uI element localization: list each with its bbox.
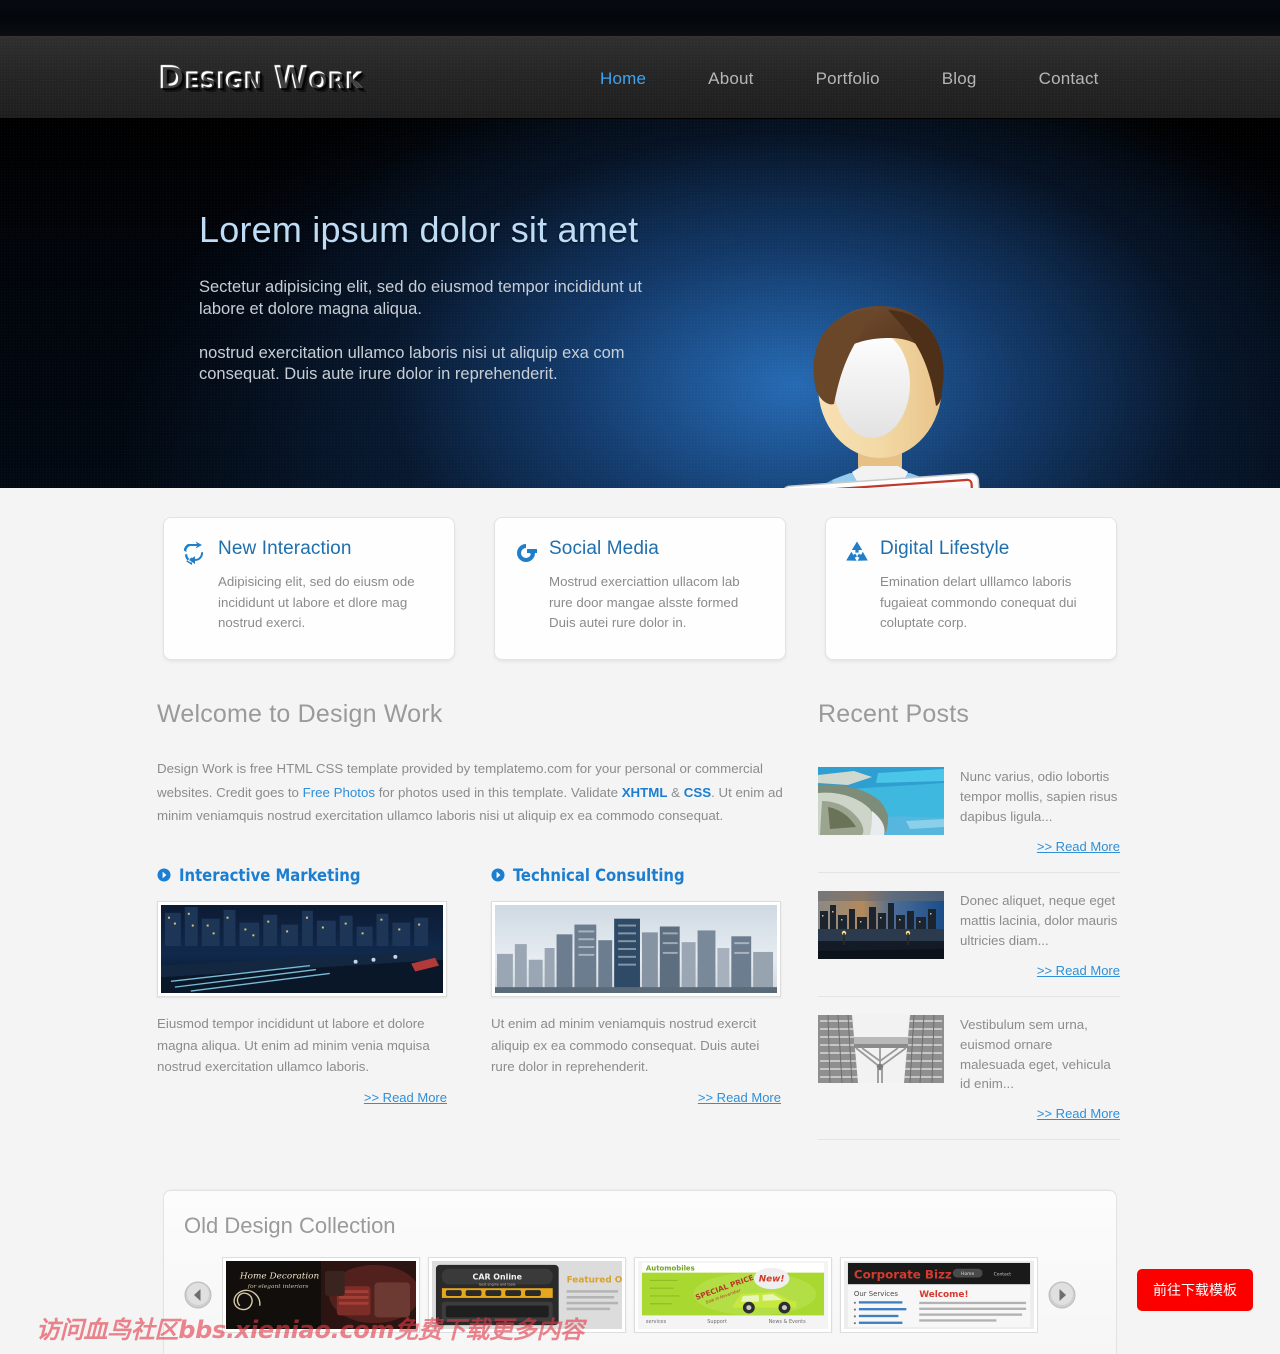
slide-subtitle: best engine and tools: [479, 1282, 516, 1286]
nav-item-about[interactable]: About: [708, 69, 753, 89]
hero-copy: Lorem ipsum dolor sit amet Sectetur adip…: [199, 209, 689, 408]
card-title: Digital Lifestyle: [880, 538, 1010, 559]
nav-item-blog[interactable]: Blog: [942, 69, 977, 89]
post-text: Donec aliquet, neque eget mattis lacinia…: [960, 892, 1118, 948]
site-logo[interactable]: Design Work: [158, 60, 362, 96]
welcome-text-2: for photos used in this template. Valida…: [375, 784, 622, 800]
hero-paragraph-1: Sectetur adipisicing elit, sed do eiusmo…: [199, 278, 642, 318]
hero-banner: Lorem ipsum dolor sit amet Sectetur adip…: [0, 119, 1280, 488]
post-body: Donec aliquet, neque eget mattis lacinia…: [960, 891, 1120, 978]
column-technical-consulting: Technical Consulting Ut enim ad minim ve…: [491, 866, 781, 1105]
recent-posts-list: Nunc varius, odio lobortis tempor mollis…: [818, 757, 1120, 1141]
slide-corporate-bizz: Corporate Bizz Home Contact Our Services: [844, 1261, 1034, 1329]
slide-services-heading: Our Services: [854, 1290, 899, 1298]
column-interactive-marketing: Interactive Marketing Eiusmod tempor inc…: [157, 866, 447, 1105]
card-header: Social Media: [513, 538, 763, 566]
feature-cards: New Interaction Adipisicing elit, sed do…: [163, 517, 1117, 660]
free-photos-link[interactable]: Free Photos: [303, 785, 375, 800]
circle-arrow-icon: [491, 868, 505, 882]
nav-item-contact[interactable]: Contact: [1039, 69, 1099, 89]
column-image-frame: [157, 900, 447, 997]
recycle-icon: [846, 541, 868, 561]
list-item[interactable]: Corporate Bizz Home Contact Our Services: [840, 1257, 1038, 1333]
slide-subtitle: for elegant interiors: [247, 1284, 309, 1290]
slide-title: Automobiles: [646, 1265, 695, 1273]
circle-arrow-icon: [157, 868, 171, 882]
read-more-link[interactable]: >> Read More: [960, 1106, 1120, 1121]
feature-card-social-media[interactable]: Social Media Mostrud exerciattion ullaco…: [494, 517, 786, 660]
slide-title: Home Decoration: [239, 1272, 320, 1282]
nav-item-portfolio[interactable]: Portfolio: [816, 69, 880, 89]
column-title: Interactive Marketing: [179, 865, 361, 885]
read-more-link[interactable]: >> Read More: [157, 1090, 447, 1105]
slide-badge-new: New!: [759, 1274, 785, 1284]
page-root: Design Work Home About Portfolio Blog Co…: [0, 0, 1280, 1354]
sub-columns: Interactive Marketing Eiusmod tempor inc…: [157, 866, 802, 1105]
card-header: Digital Lifestyle: [844, 538, 1094, 566]
post-body: Vestibulum sem urna, euismod ornare male…: [960, 1015, 1120, 1122]
column-text: Ut enim ad minim veniamquis nostrud exer…: [491, 1015, 760, 1075]
column-image-frame: [491, 900, 781, 997]
welcome-section: Welcome to Design Work Design Work is fr…: [157, 700, 802, 1105]
post-body: Nunc varius, odio lobortis tempor mollis…: [960, 767, 1120, 854]
download-template-button[interactable]: 前往下载模板: [1137, 1269, 1253, 1311]
refresh-arrow-icon: [517, 544, 537, 562]
post-text: Vestibulum sem urna, euismod ornare male…: [960, 1016, 1111, 1092]
welcome-paragraph: Design Work is free HTML CSS template pr…: [157, 757, 802, 828]
column-heading: Interactive Marketing: [157, 866, 447, 885]
hero-title: Lorem ipsum dolor sit amet: [199, 209, 639, 250]
read-more-link[interactable]: >> Read More: [491, 1090, 781, 1105]
slide-nav-2: News & Events: [769, 1319, 806, 1325]
site-header: Design Work Home About Portfolio Blog Co…: [0, 36, 1280, 119]
card-header: New Interaction: [182, 538, 432, 566]
slide-nav-1: Support: [707, 1319, 727, 1325]
top-strip: [0, 0, 1280, 36]
post-text: Nunc varius, odio lobortis tempor mollis…: [960, 769, 1118, 824]
city-dusk-waterfront-photo: [818, 890, 944, 959]
column-heading: Technical Consulting: [491, 866, 781, 885]
card-text: Adipisicing elit, sed do eiusm ode incid…: [218, 574, 415, 631]
card-title: New Interaction: [218, 538, 352, 559]
slide-title: CAR Online: [473, 1273, 522, 1282]
list-item[interactable]: Automobiles SPECIAL PRICE Sale in Novemb…: [634, 1257, 832, 1333]
city-skyline-daytime-photo: [495, 904, 777, 993]
skybridge-towers-photo: [818, 1014, 944, 1083]
collection-heading: Old Design Collection: [184, 1213, 396, 1238]
column-title: Technical Consulting: [513, 865, 685, 885]
main-navigation: Home About Portfolio Blog Contact: [600, 37, 1099, 120]
welcome-amp: &: [667, 784, 684, 800]
slide-featured: Featured O: [567, 1275, 622, 1285]
nav-item-home[interactable]: Home: [600, 69, 646, 89]
hero-paragraph-2: nostrud exercitation ullamco laboris nis…: [199, 343, 625, 384]
slide-automobiles: Automobiles SPECIAL PRICE Sale in Novemb…: [638, 1261, 828, 1329]
css-link[interactable]: CSS: [684, 785, 711, 800]
card-title: Social Media: [549, 538, 659, 559]
read-more-link[interactable]: >> Read More: [960, 839, 1120, 854]
feature-card-digital-lifestyle[interactable]: Digital Lifestyle Emination delart ullla…: [825, 517, 1117, 660]
carousel-prev-arrow-icon[interactable]: [184, 1281, 212, 1309]
welcome-heading: Welcome to Design Work: [157, 700, 443, 728]
list-item[interactable]: Nunc varius, odio lobortis tempor mollis…: [818, 757, 1120, 872]
list-item[interactable]: Donec aliquet, neque eget mattis lacinia…: [818, 871, 1120, 996]
slide-nav-0: services: [646, 1319, 667, 1325]
recent-posts-heading: Recent Posts: [818, 700, 970, 728]
card-text: Mostrud exerciattion ullacom lab rure do…: [549, 574, 740, 631]
carousel-next-arrow-icon[interactable]: [1048, 1281, 1076, 1309]
recycle-arrows-icon: [183, 541, 204, 565]
coastline-beach-photo: [818, 767, 944, 835]
slide-welcome-heading: Welcome!: [919, 1290, 968, 1300]
slide-menu-0: Home: [961, 1271, 974, 1277]
site-watermark: 访问血鸟社区bbs.xieniao.com免费下载更多内容: [36, 1316, 584, 1344]
city-night-highway-photo: [161, 904, 443, 993]
recent-posts-section: Recent Posts Nunc varius, odio lobortis …: [818, 700, 1120, 1141]
column-text: Eiusmod tempor incididunt ut labore et d…: [157, 1015, 430, 1075]
feature-card-new-interaction[interactable]: New Interaction Adipisicing elit, sed do…: [163, 517, 455, 660]
slide-menu-1: Contact: [994, 1272, 1012, 1278]
xhtml-link[interactable]: XHTML: [622, 785, 668, 800]
card-text: Emination delart ulllamco laboris fugaie…: [880, 574, 1077, 631]
slide-title: Corporate Bizz: [854, 1268, 952, 1282]
read-more-link[interactable]: >> Read More: [960, 963, 1120, 978]
list-item[interactable]: Vestibulum sem urna, euismod ornare male…: [818, 995, 1120, 1140]
free-for-job-avatar: FREE FOR JOB: [775, 306, 989, 488]
